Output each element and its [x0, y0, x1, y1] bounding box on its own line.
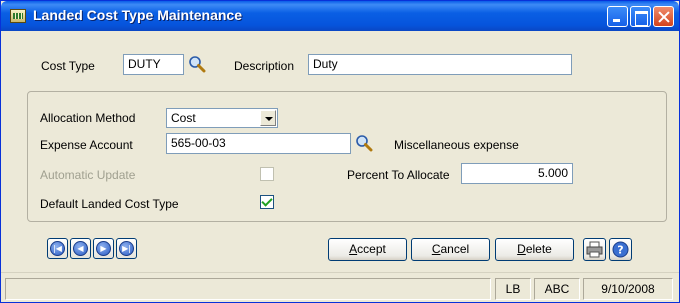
- minimize-button[interactable]: [607, 6, 628, 27]
- default-landed-cost-type-label: Default Landed Cost Type: [40, 197, 179, 211]
- accept-button[interactable]: Accept: [328, 238, 407, 261]
- maximize-button[interactable]: [630, 6, 651, 27]
- allocation-method-value: Cost: [171, 111, 196, 125]
- percent-to-allocate-input[interactable]: 5.000: [461, 163, 573, 184]
- previous-record-button[interactable]: ◀: [70, 238, 91, 259]
- close-button[interactable]: [653, 6, 674, 27]
- next-record-button[interactable]: ▶: [93, 238, 114, 259]
- status-bar: LB ABC 9/10/2008: [1, 272, 679, 302]
- automatic-update-label: Automatic Update: [40, 168, 136, 182]
- percent-to-allocate-label: Percent To Allocate: [347, 168, 450, 182]
- expense-account-lookup-icon[interactable]: [355, 134, 373, 152]
- cost-type-input[interactable]: DUTY: [123, 54, 184, 75]
- automatic-update-checkbox[interactable]: [260, 167, 274, 181]
- printer-icon: [586, 241, 603, 258]
- cancel-button[interactable]: Cancel: [411, 238, 490, 261]
- description-input[interactable]: Duty: [308, 54, 572, 75]
- window-title: Landed Cost Type Maintenance: [33, 7, 242, 23]
- description-label: Description: [234, 59, 295, 73]
- allocation-method-label: Allocation Method: [40, 111, 136, 125]
- window: Landed Cost Type Maintenance Cost Type D…: [0, 0, 680, 303]
- expense-account-input[interactable]: 565-00-03: [166, 133, 351, 154]
- help-icon: ?: [612, 241, 629, 258]
- app-icon: [10, 9, 26, 23]
- delete-button[interactable]: Delete: [495, 238, 574, 261]
- allocation-method-select[interactable]: Cost: [166, 108, 278, 128]
- status-message-pane: [5, 278, 491, 300]
- cost-type-label: Cost Type: [41, 59, 95, 73]
- expense-account-label: Expense Account: [40, 138, 133, 152]
- status-user: LB: [495, 278, 531, 300]
- status-date: 9/10/2008: [583, 278, 673, 300]
- default-landed-cost-type-checkbox[interactable]: [260, 195, 274, 209]
- status-company: ABC: [534, 278, 580, 300]
- print-button[interactable]: [583, 238, 606, 261]
- cost-type-lookup-icon[interactable]: [188, 55, 206, 73]
- expense-account-description: Miscellaneous expense: [394, 138, 519, 152]
- help-button[interactable]: ?: [609, 238, 632, 261]
- last-record-button[interactable]: ▶|: [116, 238, 137, 259]
- chevron-down-icon[interactable]: [260, 110, 276, 126]
- first-record-button[interactable]: |◀: [47, 238, 68, 259]
- title-bar[interactable]: Landed Cost Type Maintenance: [1, 1, 679, 31]
- svg-text:?: ?: [617, 244, 623, 257]
